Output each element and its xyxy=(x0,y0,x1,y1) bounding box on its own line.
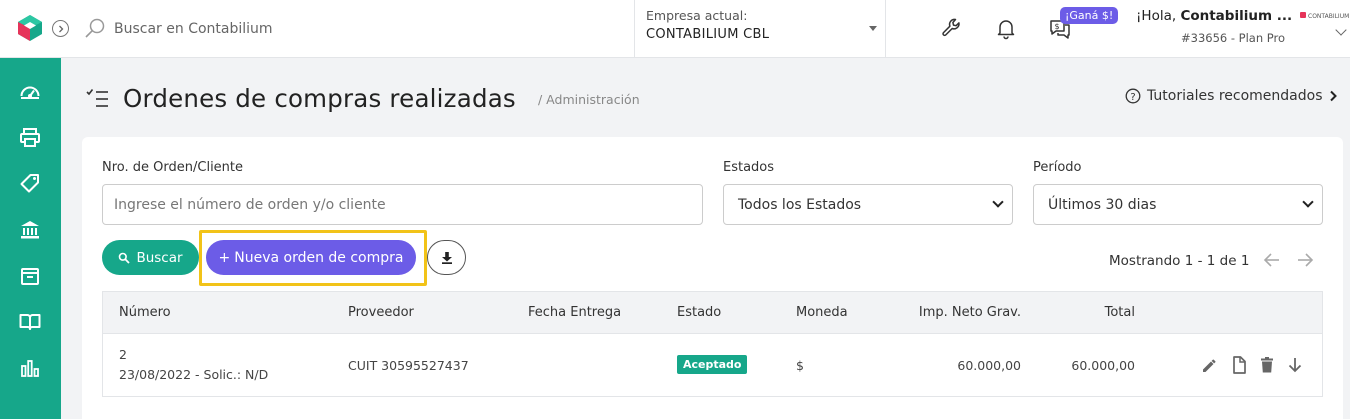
breadcrumb[interactable]: / Administración xyxy=(538,92,640,107)
help-circle-icon: ? xyxy=(1125,88,1141,104)
order-number: 2 xyxy=(119,347,127,362)
svg-text:?: ? xyxy=(1130,92,1135,103)
download-button[interactable] xyxy=(427,240,466,275)
status-filter-label: Estados xyxy=(723,160,775,175)
global-search-input[interactable] xyxy=(114,17,514,41)
column-header-total[interactable]: Total xyxy=(1105,305,1135,320)
order-currency: $ xyxy=(796,358,804,373)
new-order-label: Nueva orden de compra xyxy=(234,249,404,266)
user-greeting[interactable]: ¡Hola, Contabilium ... xyxy=(1136,8,1292,24)
orders-table: Número Proveedor Fecha Entrega Estado Mo… xyxy=(102,291,1323,397)
arrow-down-icon[interactable] xyxy=(1285,355,1305,375)
status-badge: Aceptado xyxy=(677,355,748,374)
trash-icon[interactable] xyxy=(1257,355,1277,375)
tag-icon[interactable] xyxy=(18,172,42,196)
company-logo-text: CONTABILIUM xyxy=(1308,13,1350,20)
bell-icon[interactable] xyxy=(994,16,1018,40)
column-header-moneda[interactable]: Moneda xyxy=(796,305,848,320)
table-row[interactable]: 2 23/08/2022 - Solic.: N/D CUIT 30595527… xyxy=(102,333,1323,397)
period-filter-value: Últimos 30 dias xyxy=(1048,197,1157,213)
search-icon xyxy=(85,18,105,38)
status-filter-select[interactable]: Todos los Estados xyxy=(723,184,1013,225)
pagination-text: Mostrando 1 - 1 de 1 xyxy=(1109,253,1250,269)
top-bar: Empresa actual: CONTABILIUM CBL $ ¡Ganá … xyxy=(0,0,1350,58)
wrench-icon[interactable] xyxy=(940,16,964,40)
bank-icon[interactable] xyxy=(18,218,42,242)
column-header-estado[interactable]: Estado xyxy=(677,305,721,320)
company-logo: CONTABILIUM xyxy=(1300,12,1349,20)
greeting-prefix: ¡Hola, xyxy=(1136,8,1181,24)
edit-icon[interactable] xyxy=(1200,355,1220,375)
arrow-right-icon[interactable] xyxy=(1295,250,1315,270)
tutorials-label: Tutoriales recomendados xyxy=(1147,88,1323,104)
order-supplier: CUIT 30595527437 xyxy=(348,358,469,373)
svg-text:$: $ xyxy=(1055,22,1060,31)
page-title: Ordenes de compras realizadas xyxy=(123,84,516,113)
company-label: Empresa actual: xyxy=(646,8,748,23)
account-plan: #33656 - Plan Pro xyxy=(1181,31,1286,45)
user-menu-chevron-icon[interactable] xyxy=(1335,24,1347,36)
arrow-left-icon[interactable] xyxy=(1262,250,1282,270)
chevron-down-icon xyxy=(992,196,1004,208)
table-header: Número Proveedor Fecha Entrega Estado Mo… xyxy=(102,291,1323,333)
dashboard-icon[interactable] xyxy=(18,80,42,104)
caret-down-icon xyxy=(869,26,877,31)
order-total: 60.000,00 xyxy=(1071,358,1135,373)
column-header-numero[interactable]: Número xyxy=(119,305,171,320)
copy-document-icon[interactable] xyxy=(1229,355,1249,375)
period-filter-label: Período xyxy=(1033,160,1082,175)
sidebar-toggle-button[interactable] xyxy=(52,20,69,37)
contabilium-logo[interactable] xyxy=(16,14,44,42)
search-button[interactable]: Buscar xyxy=(102,240,199,275)
book-icon[interactable] xyxy=(18,310,42,334)
status-filter-value: Todos los Estados xyxy=(738,197,862,213)
new-purchase-order-button[interactable]: + Nueva orden de compra xyxy=(206,240,416,275)
search-button-label: Buscar xyxy=(136,249,183,266)
list-check-icon xyxy=(86,89,108,107)
plus-icon: + xyxy=(218,249,231,266)
chart-icon[interactable] xyxy=(18,356,42,380)
status-cell: Aceptado xyxy=(677,355,748,374)
order-net-amount: 60.000,00 xyxy=(957,358,1021,373)
column-header-fecha-entrega[interactable]: Fecha Entrega xyxy=(528,305,621,320)
chevron-right-icon xyxy=(1329,90,1337,102)
company-value: CONTABILIUM CBL xyxy=(646,27,770,42)
order-date-solic: 23/08/2022 - Solic.: N/D xyxy=(119,367,269,382)
column-header-neto[interactable]: Imp. Neto Grav. xyxy=(919,305,1021,320)
logo-mark-icon xyxy=(1300,12,1306,18)
column-header-proveedor[interactable]: Proveedor xyxy=(348,305,414,320)
download-icon xyxy=(441,252,452,264)
chevron-right-icon xyxy=(58,25,63,32)
tutorials-link[interactable]: ? Tutoriales recomendados xyxy=(1125,88,1338,104)
box-icon[interactable] xyxy=(18,264,42,288)
printer-icon[interactable] xyxy=(18,126,42,150)
order-filter-label: Nro. de Orden/Cliente xyxy=(102,160,244,175)
orders-card: Nro. de Orden/Cliente Estados Todos los … xyxy=(82,137,1343,419)
order-filter-input[interactable] xyxy=(102,184,703,225)
search-icon xyxy=(119,252,131,264)
sidebar xyxy=(0,58,61,419)
user-name: Contabilium ... xyxy=(1180,8,1293,24)
company-selector[interactable]: Empresa actual: CONTABILIUM CBL xyxy=(634,0,886,58)
promo-badge[interactable]: ¡Ganá $! xyxy=(1060,7,1119,24)
period-filter-select[interactable]: Últimos 30 dias xyxy=(1033,184,1323,225)
chevron-down-icon xyxy=(1302,196,1314,208)
